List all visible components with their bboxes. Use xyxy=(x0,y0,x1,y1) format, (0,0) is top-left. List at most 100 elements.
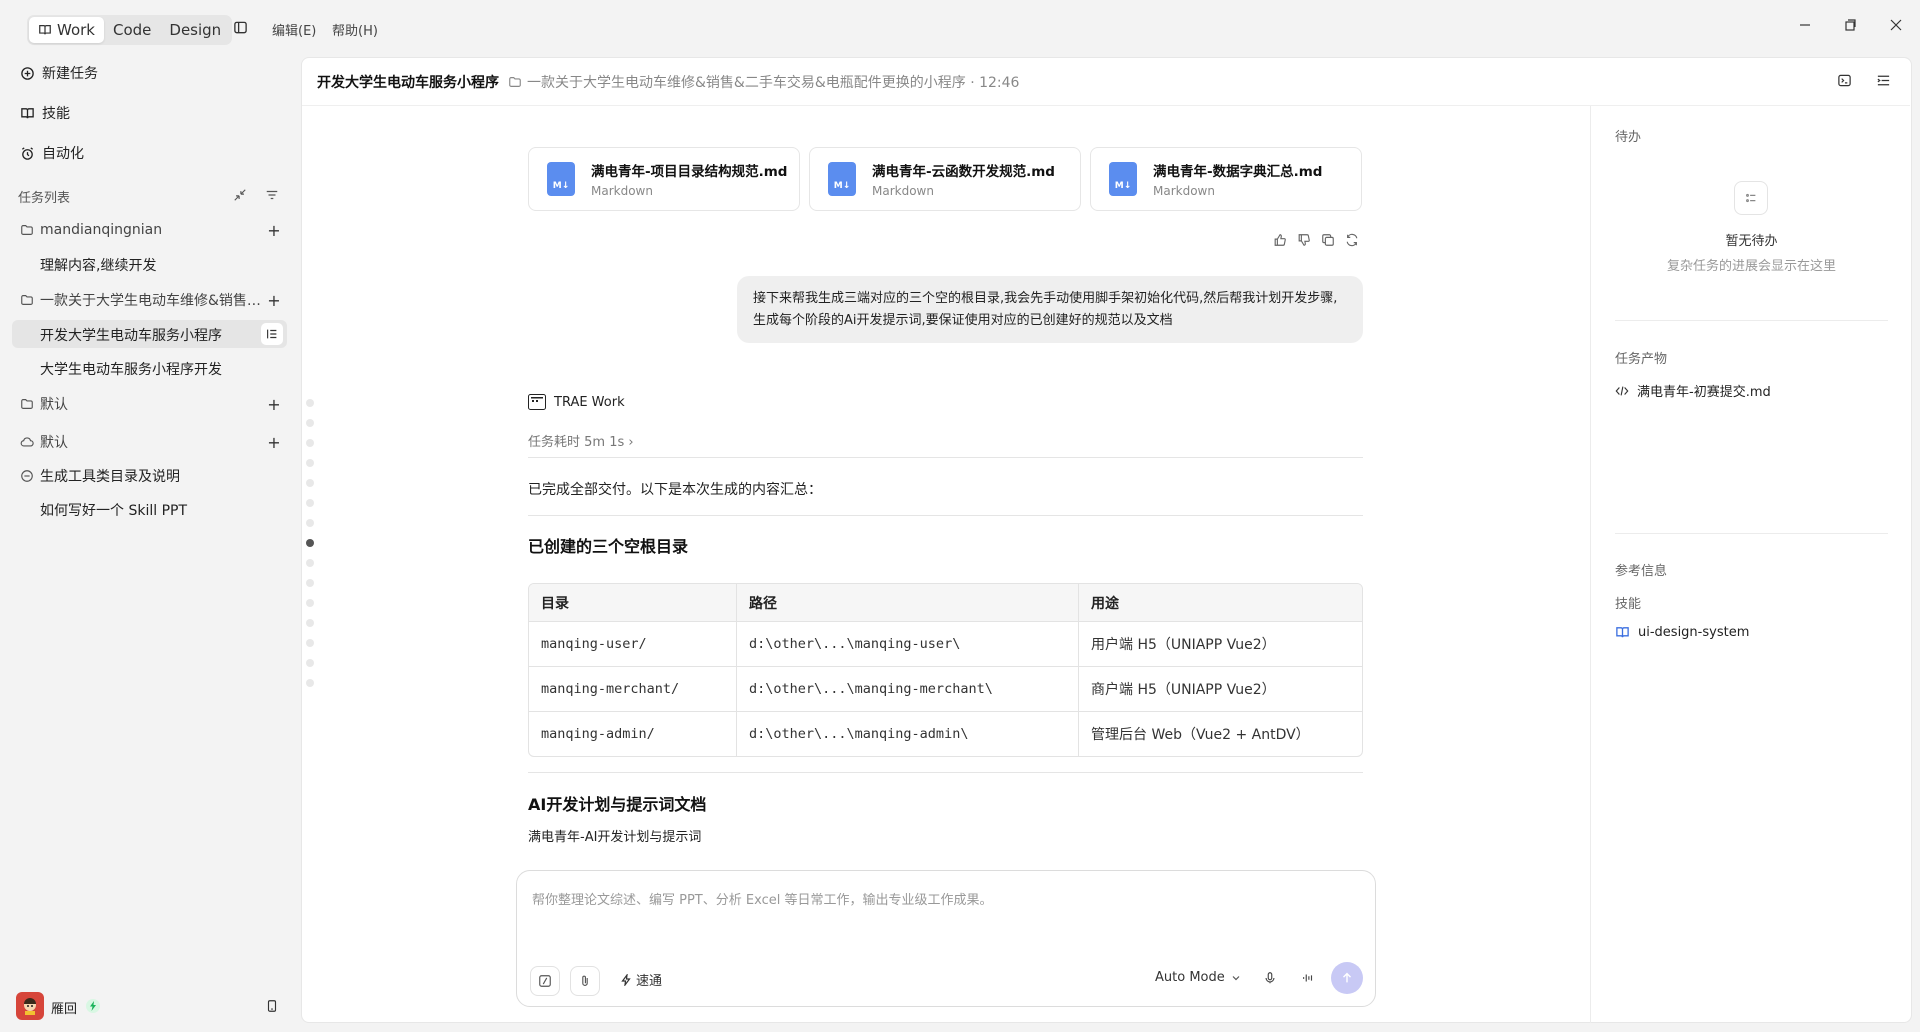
file-card[interactable]: M↓ 满电青年-项目目录结构规范.md Markdown xyxy=(528,147,800,211)
elapsed-text: 任务耗时 5m 1s xyxy=(528,435,625,450)
panel-toggle-icon[interactable] xyxy=(1876,73,1891,88)
file-type: Markdown xyxy=(1153,184,1215,198)
file-card[interactable]: M↓ 满电青年-云函数开发规范.md Markdown xyxy=(809,147,1081,211)
directory-table: 目录 路径 用途 manqing-user/ d:\other\...\manq… xyxy=(528,583,1363,757)
divider xyxy=(1615,533,1888,534)
microphone-icon[interactable] xyxy=(1263,971,1277,985)
section-heading: AI开发计划与提示词文档 xyxy=(528,795,707,814)
composer-placeholder[interactable]: 帮你整理论文综述、编写 PPT、分析 Excel 等日常工作，输出专业级工作成果… xyxy=(532,889,992,908)
add-task-button[interactable]: + xyxy=(263,431,285,453)
thumbs-up-icon[interactable] xyxy=(1273,233,1289,249)
table-header: 目录 xyxy=(529,584,737,621)
table-cell: 管理后台 Web（Vue2 + AntDV） xyxy=(1079,711,1362,756)
file-type: Markdown xyxy=(872,184,934,198)
new-task-button[interactable]: 新建任务 xyxy=(20,61,98,85)
timeline-dot xyxy=(306,519,314,527)
tasks-header: 任务列表 xyxy=(18,191,71,206)
close-icon[interactable] xyxy=(1888,17,1904,33)
folder-icon xyxy=(20,397,34,411)
task-group[interactable]: 一款关于大学生电动车维修&销售&二手车交易&电瓶配件更换的小程序 + xyxy=(20,287,285,313)
breadcrumb-label: 一款关于大学生电动车维修&销售&二手车交易&电瓶配件更换的小程序 · 12:46 xyxy=(527,75,1020,91)
attach-button[interactable] xyxy=(570,966,600,996)
table-cell: d:\other\...\manqing-admin\ xyxy=(737,711,1079,756)
send-button[interactable] xyxy=(1331,962,1363,994)
avatar[interactable] xyxy=(16,992,44,1020)
phone-icon[interactable] xyxy=(265,999,279,1013)
speed-mode-button[interactable]: 速通 xyxy=(620,970,662,989)
paperclip-icon xyxy=(578,974,592,988)
task-list-icon[interactable] xyxy=(261,323,283,345)
timeline-dot xyxy=(306,619,314,627)
table-cell: manqing-merchant/ xyxy=(529,666,737,711)
divider xyxy=(528,457,1363,458)
collapse-icon[interactable] xyxy=(233,188,247,202)
user-name: 雁回 xyxy=(51,1002,78,1017)
elapsed-toggle[interactable]: 任务耗时 5m 1s › xyxy=(528,431,634,450)
timeline-dot xyxy=(306,419,314,427)
ref-header: 参考信息 xyxy=(1615,564,1668,579)
summary-text: 已完成全部交付。以下是本次生成的内容汇总： xyxy=(528,482,822,498)
mode-design[interactable]: Design xyxy=(160,17,230,43)
table-row: manqing-user/ d:\other\...\manqing-user\… xyxy=(529,621,1362,666)
code-icon xyxy=(1615,384,1629,398)
table-cell: 商户端 H5（UNIAPP Vue2） xyxy=(1079,666,1362,711)
chevron-down-icon xyxy=(1231,973,1241,983)
group-label: mandianqingnian xyxy=(40,222,163,238)
task-item-active[interactable]: 开发大学生电动车服务小程序 xyxy=(40,325,222,345)
file-card[interactable]: M↓ 满电青年-数据字典汇总.md Markdown xyxy=(1090,147,1362,211)
output-file-name: 满电青年-初赛提交.md xyxy=(1637,385,1771,400)
menu-edit[interactable]: 编辑(E) xyxy=(272,20,316,39)
menu-help[interactable]: 帮助(H) xyxy=(332,20,378,39)
todo-empty-desc: 复杂任务的进展会显示在这里 xyxy=(1666,259,1836,274)
thumbs-down-icon[interactable] xyxy=(1297,233,1313,249)
task-item[interactable]: 大学生电动车服务小程序开发 xyxy=(40,359,222,379)
group-label: 默认 xyxy=(40,397,68,413)
plus-circle-icon xyxy=(20,66,35,81)
table-cell: d:\other\...\manqing-user\ xyxy=(737,621,1079,666)
table-row: manqing-merchant/ d:\other\...\manqing-m… xyxy=(529,666,1362,711)
filter-icon[interactable] xyxy=(265,188,279,202)
mode-label: Code xyxy=(112,21,152,39)
mode-work[interactable]: Work xyxy=(29,17,104,43)
timeline-dot[interactable] xyxy=(306,539,314,547)
automation-button[interactable]: 自动化 xyxy=(20,141,84,165)
mode-select[interactable]: Auto Mode xyxy=(1155,970,1241,985)
task-group[interactable]: 生成工具类目录及说明 xyxy=(20,463,285,489)
maximize-icon[interactable] xyxy=(1842,17,1858,33)
markdown-file-icon: M↓ xyxy=(547,162,575,196)
outputs-header: 任务产物 xyxy=(1615,352,1668,367)
group-label: 生成工具类目录及说明 xyxy=(40,469,180,485)
task-item[interactable]: 如何写好一个 Skill PPT xyxy=(40,500,187,520)
assistant-header: TRAE Work xyxy=(528,394,625,410)
mode-label: Work xyxy=(57,21,95,39)
task-group[interactable]: 默认 + xyxy=(20,429,285,455)
sidebar-toggle-icon[interactable] xyxy=(233,20,248,35)
minimize-icon[interactable] xyxy=(1797,17,1813,33)
slash-command-button[interactable] xyxy=(530,966,560,996)
table-header: 路径 xyxy=(737,584,1079,621)
task-group[interactable]: mandianqingnian + xyxy=(20,217,285,243)
skill-item[interactable]: ui-design-system xyxy=(1615,625,1749,640)
table-header: 用途 xyxy=(1079,584,1362,621)
lightning-icon xyxy=(86,999,100,1013)
alarm-icon xyxy=(20,146,35,161)
skill-name: ui-design-system xyxy=(1638,625,1750,640)
output-file-item[interactable]: 满电青年-初赛提交.md xyxy=(1615,381,1771,400)
mode-code[interactable]: Code xyxy=(104,17,160,43)
add-task-button[interactable]: + xyxy=(263,289,285,311)
chevron-right-icon: › xyxy=(628,435,634,450)
nav-label: 自动化 xyxy=(42,146,84,162)
folder-icon xyxy=(20,293,34,307)
task-item[interactable]: 理解内容,继续开发 xyxy=(40,255,156,275)
terminal-icon[interactable] xyxy=(1837,73,1852,88)
voice-wave-icon[interactable] xyxy=(1301,971,1315,985)
refresh-icon[interactable] xyxy=(1345,233,1361,249)
add-task-button[interactable]: + xyxy=(263,393,285,415)
add-task-button[interactable]: + xyxy=(263,219,285,241)
task-group[interactable]: 默认 + xyxy=(20,391,285,417)
section-heading: 已创建的三个空根目录 xyxy=(528,537,689,556)
timeline-dot xyxy=(306,659,314,667)
breadcrumb[interactable]: 一款关于大学生电动车维修&销售&二手车交易&电瓶配件更换的小程序 · 12:46 xyxy=(508,72,1019,92)
skills-button[interactable]: 技能 xyxy=(20,101,70,125)
copy-icon[interactable] xyxy=(1321,233,1337,249)
